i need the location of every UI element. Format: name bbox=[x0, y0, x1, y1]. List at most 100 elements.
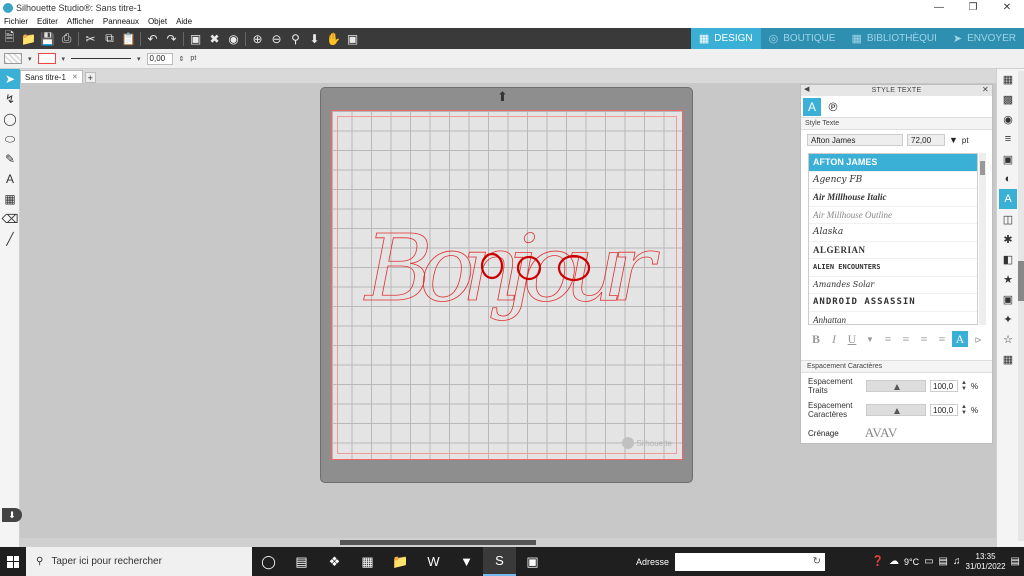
select-pointer-icon[interactable]: ➤ bbox=[0, 69, 20, 89]
edit-points-icon[interactable]: ↯ bbox=[0, 89, 20, 109]
fill-pattern-icon[interactable]: ▣ bbox=[999, 149, 1017, 169]
right-scrollbar[interactable] bbox=[1018, 71, 1024, 541]
brave-browser-icon[interactable]: ▼ bbox=[450, 547, 483, 576]
char-spacing-slider[interactable] bbox=[866, 404, 926, 416]
text-warp-tab-icon[interactable]: ℗ bbox=[824, 98, 842, 116]
deselect-icon[interactable]: ✖ bbox=[205, 28, 224, 49]
bold-button[interactable]: B bbox=[808, 331, 824, 347]
scrollbar-thumb[interactable] bbox=[340, 540, 536, 545]
font-item-alien-encounters[interactable]: ALIEN ENCOUNTERS bbox=[809, 259, 977, 277]
line-style-preview[interactable] bbox=[71, 58, 132, 59]
font-item-afton-james[interactable]: AFTON JAMES bbox=[809, 154, 977, 172]
document-tab[interactable]: Sans titre-1 ✕ bbox=[20, 70, 83, 83]
weather-cloud-icon[interactable]: ☁ bbox=[889, 556, 899, 567]
slider-knob[interactable] bbox=[894, 384, 900, 390]
underline-button[interactable]: U bbox=[844, 331, 860, 347]
collapse-icon[interactable]: ◀ bbox=[804, 85, 810, 93]
kerning-button[interactable]: AVAV bbox=[865, 425, 898, 441]
open-folder-icon[interactable]: 📁 bbox=[19, 28, 38, 49]
line-spacing-input[interactable]: 100,0 bbox=[930, 380, 958, 392]
silhouette-studio-taskbar-icon[interactable]: S bbox=[483, 547, 516, 576]
battery-icon[interactable]: ▭ bbox=[924, 556, 933, 567]
font-item-amandes-solar[interactable]: Amandes Solar bbox=[809, 277, 977, 294]
tab-design[interactable]: ▦ DESIGN bbox=[690, 28, 761, 49]
trace-panel-icon[interactable]: ▣ bbox=[999, 289, 1017, 309]
text-style-icon[interactable]: A bbox=[999, 189, 1017, 209]
align-center-icon[interactable]: ≡ bbox=[898, 331, 914, 347]
font-item-algerian[interactable]: ALGERIAN bbox=[809, 242, 977, 259]
menu-panneaux[interactable]: Panneaux bbox=[103, 17, 139, 26]
font-name-input[interactable]: Afton James bbox=[807, 134, 903, 146]
chevron-down-icon[interactable]: ▼ bbox=[862, 331, 878, 347]
move-down-icon[interactable]: ⬇ bbox=[305, 28, 324, 49]
download-icon[interactable]: ⬇ bbox=[2, 508, 22, 522]
horizontal-scrollbar[interactable] bbox=[20, 538, 996, 547]
close-button[interactable]: ✕ bbox=[990, 0, 1024, 15]
font-list-scrollbar[interactable] bbox=[979, 153, 986, 325]
menu-afficher[interactable]: Afficher bbox=[67, 17, 94, 26]
align-right-icon[interactable]: ≡ bbox=[916, 331, 932, 347]
menu-objet[interactable]: Objet bbox=[148, 17, 167, 26]
text-vertical-icon[interactable]: ⪧ bbox=[970, 331, 986, 347]
char-spacing-input[interactable]: 100,0 bbox=[930, 404, 958, 416]
favorite-star-icon[interactable]: ☆ bbox=[999, 329, 1017, 349]
arrow-up-icon[interactable]: ⬆ bbox=[497, 89, 508, 105]
font-size-input[interactable]: 72,00 bbox=[907, 134, 945, 146]
slider-knob[interactable] bbox=[894, 408, 900, 414]
page-setup-icon[interactable]: ▦ bbox=[999, 69, 1017, 89]
zoom-fit-icon[interactable]: ⚲ bbox=[286, 28, 305, 49]
chevron-down-icon[interactable]: ▾ bbox=[28, 55, 32, 63]
chevron-down-icon[interactable]: ▼ bbox=[949, 135, 958, 145]
cut-icon[interactable]: ✂ bbox=[81, 28, 100, 49]
network-icon[interactable]: ▤ bbox=[939, 556, 948, 567]
ellipse-tool-icon[interactable]: ⬭ bbox=[0, 129, 20, 149]
font-item-android-assassin[interactable]: ANDROID ASSASSIN bbox=[809, 294, 977, 312]
offset-icon[interactable]: ★ bbox=[999, 269, 1017, 289]
font-item-alaska[interactable]: Alaska bbox=[809, 224, 977, 242]
tab-boutique[interactable]: ◎ BOUTIQUE bbox=[760, 28, 844, 49]
undo-icon[interactable]: ↶ bbox=[143, 28, 162, 49]
word-icon[interactable]: W bbox=[417, 547, 450, 576]
menu-editer[interactable]: Editer bbox=[37, 17, 58, 26]
text-horizontal-icon[interactable]: A bbox=[952, 331, 968, 347]
align-justify-icon[interactable]: ≡ bbox=[934, 331, 950, 347]
dropbox-icon[interactable]: ❖ bbox=[318, 547, 351, 576]
pan-hand-icon[interactable]: ✋ bbox=[324, 28, 343, 49]
scrollbar-thumb[interactable] bbox=[1018, 261, 1024, 301]
zoom-in-icon[interactable]: ⊕ bbox=[248, 28, 267, 49]
pattern-icon[interactable]: ▦ bbox=[999, 349, 1017, 369]
minimize-button[interactable]: — bbox=[922, 0, 956, 15]
pixscan-icon[interactable]: ▩ bbox=[999, 89, 1017, 109]
text-style-tab-icon[interactable]: A bbox=[803, 97, 821, 116]
start-button[interactable] bbox=[0, 547, 26, 576]
task-view-icon[interactable]: ▤ bbox=[285, 547, 318, 576]
italic-button[interactable]: I bbox=[826, 331, 842, 347]
clock[interactable]: 13:35 31/01/2022 bbox=[966, 552, 1006, 572]
chevron-down-icon[interactable]: ▾ bbox=[137, 55, 141, 63]
line-width-stepper[interactable]: ⇕ bbox=[179, 55, 185, 63]
cortana-icon[interactable]: ◯ bbox=[252, 547, 285, 576]
font-item-anhattan[interactable]: Anhattan bbox=[809, 312, 977, 324]
print-icon[interactable]: ⎙ bbox=[57, 28, 76, 49]
address-input[interactable]: ↻ bbox=[675, 552, 826, 571]
save-icon[interactable]: 💾 bbox=[38, 28, 57, 49]
font-item-air-millhouse-italic[interactable]: Air Millhouse Italic bbox=[809, 189, 977, 207]
fit-page-icon[interactable]: ▣ bbox=[343, 28, 362, 49]
cut-area-grid[interactable]: Silhouette bbox=[331, 110, 683, 460]
file-explorer-icon[interactable]: 📁 bbox=[384, 547, 417, 576]
copy-icon[interactable]: ⧉ bbox=[100, 28, 119, 49]
close-icon[interactable]: ✕ bbox=[72, 73, 78, 81]
char-spacing-stepper[interactable]: ▲ ▼ bbox=[961, 404, 967, 416]
app-window-icon[interactable]: ▣ bbox=[516, 547, 549, 576]
menu-aide[interactable]: Aide bbox=[176, 17, 192, 26]
zoom-out-icon[interactable]: ⊖ bbox=[267, 28, 286, 49]
replicate-icon[interactable]: ✱ bbox=[999, 229, 1017, 249]
refresh-icon[interactable]: ↻ bbox=[813, 556, 821, 567]
tab-bibliotheque[interactable]: ▦ BIBLIOTHÈQUI bbox=[843, 28, 945, 49]
font-item-air-millhouse-outline[interactable]: Air Millhouse Outline bbox=[809, 207, 977, 224]
add-tab-button[interactable]: + bbox=[84, 72, 96, 83]
font-item-agency-fb[interactable]: Agency FB bbox=[809, 172, 977, 189]
close-icon[interactable]: ✕ bbox=[982, 85, 989, 94]
trace-icon[interactable]: ◉ bbox=[224, 28, 243, 49]
select-all-icon[interactable]: ▣ bbox=[186, 28, 205, 49]
